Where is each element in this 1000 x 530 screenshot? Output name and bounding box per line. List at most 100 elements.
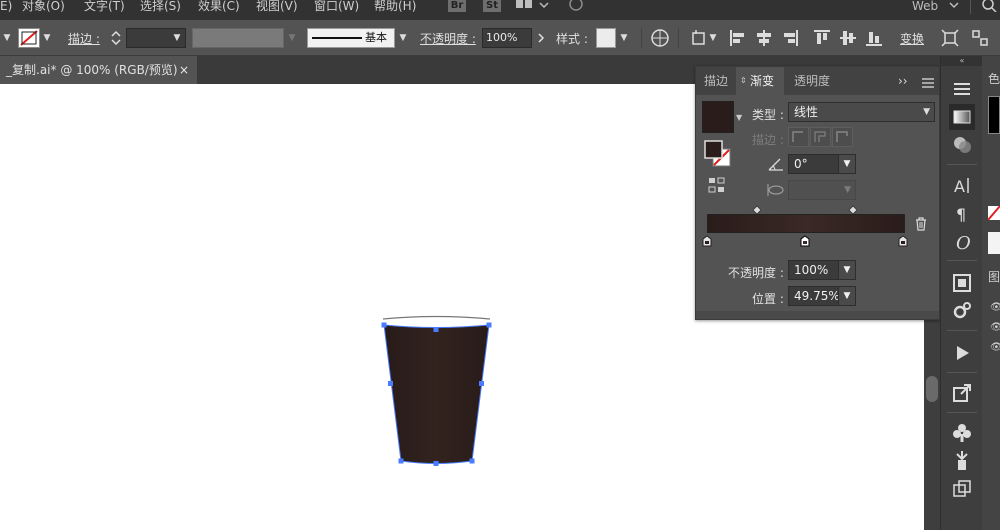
opentype-panel-icon[interactable]: O [949,228,975,254]
bridge-button[interactable]: Br [448,0,466,12]
tab-collapse-icon[interactable]: ⇕ [740,67,747,95]
opacity-input[interactable]: 100% [482,28,532,48]
anchor-point[interactable] [479,381,484,386]
paragraph-panel-icon[interactable]: ¶ [949,200,975,226]
gradient-panel-icon[interactable] [949,104,975,130]
menu-type[interactable]: 文字(T) [84,0,125,20]
anchor-point[interactable] [433,461,439,466]
character-panel-icon[interactable]: A [949,172,975,198]
layers-tab-fragment-icon[interactable]: 图 [988,268,1000,285]
gradient-thumbnail[interactable] [702,101,734,133]
menu-object[interactable]: 对象(O) [22,0,65,20]
align-top-icon[interactable] [812,28,832,48]
anchor-point[interactable] [486,322,492,328]
location-chevron-icon[interactable]: ▼ [838,286,856,306]
align-to-chevron-icon[interactable]: ▼ [706,28,720,48]
variable-width-profile[interactable] [192,28,284,48]
midpoint-diamond[interactable] [752,204,762,215]
color-stop[interactable] [897,235,909,247]
cup-rim-path[interactable] [382,315,491,320]
gradient-slider-bar[interactable] [707,214,905,233]
panel-menu-icon[interactable] [922,77,934,88]
scrollbar-thumb[interactable] [926,376,938,402]
stroke-label[interactable]: 描边 : [68,30,100,47]
artboards-icon[interactable] [949,476,975,502]
isolate-object-icon[interactable] [940,28,960,48]
color-stop-selected[interactable] [799,235,811,247]
actions-gear-icon[interactable] [949,298,975,324]
gradient-type-select[interactable]: 线性 ▼ [788,102,935,122]
coffee-cup-shape[interactable] [383,324,490,464]
midpoint-diamond[interactable] [848,204,858,215]
align-vertical-center-icon[interactable] [838,28,858,48]
style-chevron-icon[interactable]: ▼ [617,28,631,48]
play-action-icon[interactable] [949,340,975,366]
angle-chevron-icon[interactable]: ▼ [838,154,856,174]
menu-window[interactable]: 窗口(W) [314,0,359,20]
none-swatch-icon[interactable] [987,205,1000,221]
brush-definition[interactable]: 基本 [307,28,395,48]
anchor-point[interactable] [469,458,475,464]
fill-stroke-proxy-icon[interactable] [704,140,732,168]
menu-edit[interactable]: E) [0,0,12,20]
visibility-eye-icon[interactable]: 👁 [990,322,1000,333]
menu-view[interactable]: 视图(V) [256,0,298,20]
opacity-chevron-icon[interactable]: ▼ [838,260,856,280]
profile-chevron-icon[interactable]: ▼ [285,28,299,48]
search-help-icon[interactable] [982,0,998,13]
asset-export-icon[interactable] [949,270,975,296]
menu-effect[interactable]: 效果(C) [198,0,240,20]
export-icon[interactable] [949,380,975,406]
visibility-eye-icon[interactable]: 👁 [990,342,1000,353]
visibility-eye-icon[interactable]: 👁 [990,302,1000,313]
arrange-documents-icon[interactable] [516,0,550,12]
menu-help[interactable]: 帮助(H) [374,0,416,20]
anchor-point[interactable] [388,381,393,386]
document-tab[interactable]: _复制.ai* @ 100% (RGB/预览) × [0,56,197,84]
align-horizontal-center-icon[interactable] [754,28,774,48]
graphic-style-swatch[interactable] [596,28,616,48]
stroke-weight-stepper[interactable] [108,28,124,48]
brushes-icon[interactable] [949,448,975,474]
workspace-chevron-icon[interactable] [948,0,960,12]
aspect-ratio-input[interactable]: ▼ [788,180,856,200]
delete-stop-icon[interactable] [914,217,928,231]
stroke-chevron-icon[interactable]: ▼ [40,28,54,48]
transform-button[interactable]: 变换 [900,30,924,47]
tab-stroke[interactable]: 描边 [696,67,736,95]
align-bottom-icon[interactable] [864,28,884,48]
panel-resize-grip[interactable] [696,311,939,319]
menu-select[interactable]: 选择(S) [140,0,181,20]
brush-chevron-icon[interactable]: ▼ [396,28,410,48]
tab-gradient[interactable]: ⇕ 渐变 [736,67,784,95]
workspace-switcher[interactable]: Web [912,0,938,20]
white-swatch[interactable] [988,232,1000,254]
opacity-label[interactable]: 不透明度 : [420,30,476,47]
symbols-club-icon[interactable] [949,420,975,446]
gpu-performance-icon[interactable] [566,0,586,12]
opacity-flyout-icon[interactable] [533,28,549,48]
color-stop[interactable] [701,235,713,247]
stroke-weight-chevron-icon[interactable]: ▼ [170,28,184,48]
reverse-gradient-icon[interactable] [708,177,726,193]
control-panel-menu-icon[interactable] [970,28,990,48]
anchor-point[interactable] [433,327,439,332]
fill-chevron-icon[interactable]: ▼ [0,28,14,48]
gradient-preset-chevron-icon[interactable]: ▼ [736,113,742,122]
stock-button[interactable]: St [483,0,501,12]
stroke-none-swatch[interactable] [18,28,40,48]
tab-transparency[interactable]: 透明度 [794,67,840,95]
color-tab-fragment-icon[interactable]: 色 [988,70,1000,87]
anchor-point[interactable] [381,322,387,328]
panel-more-icon[interactable]: ›› [898,67,908,95]
properties-panel-icon[interactable] [949,76,975,102]
collapse-dock-icon[interactable]: « [941,56,983,66]
transparency-panel-icon[interactable] [949,132,975,158]
align-right-icon[interactable] [780,28,800,48]
anchor-point[interactable] [398,458,404,464]
close-document-icon[interactable]: × [179,56,189,84]
align-left-icon[interactable] [728,28,748,48]
aspect-chevron-icon: ▼ [844,185,851,195]
color-fill-swatch[interactable] [988,96,1000,134]
recolor-artwork-icon[interactable] [650,28,670,48]
